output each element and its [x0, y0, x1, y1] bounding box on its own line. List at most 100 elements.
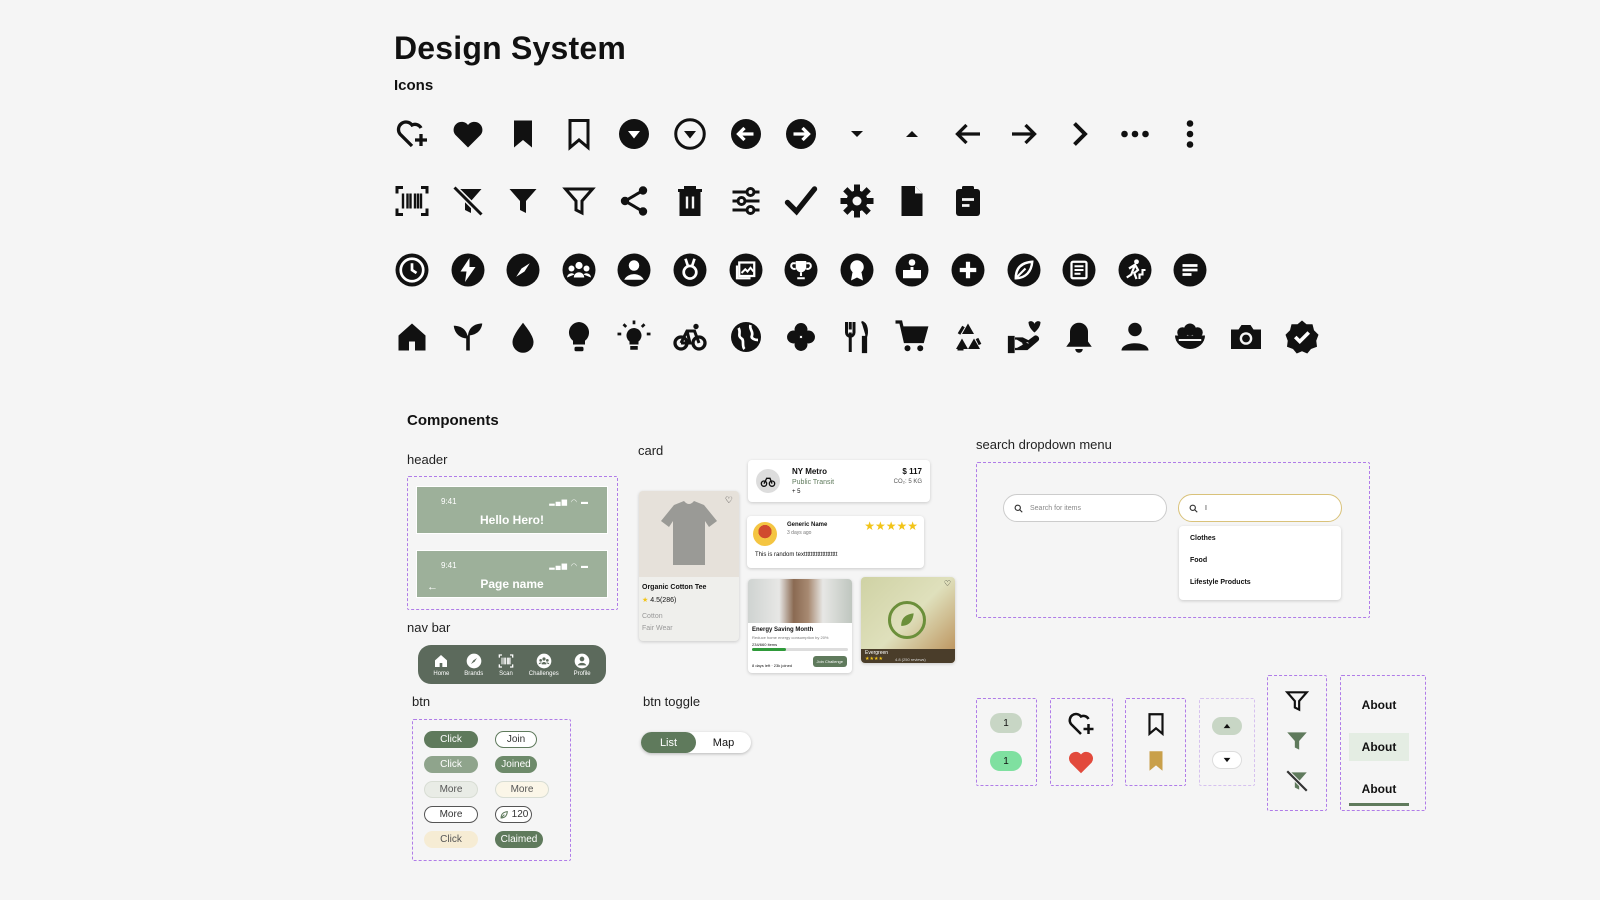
- click-button[interactable]: Click: [424, 731, 478, 748]
- medal-icon: [672, 252, 708, 288]
- more-button-light[interactable]: More: [424, 781, 478, 798]
- toggle-section-label: btn toggle: [643, 694, 701, 709]
- joined-button[interactable]: Joined: [495, 756, 537, 773]
- heart-plus-icon: [394, 116, 430, 152]
- document-icon: [894, 183, 930, 219]
- photo-gallery-icon: [728, 252, 764, 288]
- nav-item-challenges[interactable]: Challenges: [529, 653, 559, 677]
- share-icon: [616, 183, 652, 219]
- click-button-disabled[interactable]: Click: [424, 756, 478, 773]
- circle-chevron-down-outline-icon: [672, 116, 708, 152]
- caret-down-icon: [839, 116, 875, 152]
- water-drop-icon: [505, 319, 541, 355]
- dropdown-option[interactable]: Clothes: [1190, 535, 1216, 542]
- heart-plus-icon[interactable]: [1066, 709, 1096, 739]
- add-circle-icon: [950, 252, 986, 288]
- caret-up-icon: [1223, 723, 1231, 729]
- person-icon: [1117, 319, 1153, 355]
- filter-outline-icon[interactable]: [1284, 688, 1310, 714]
- claimed-button[interactable]: Claimed: [495, 831, 543, 848]
- card-section-label: card: [638, 443, 664, 458]
- tab-about-hover[interactable]: About: [1349, 733, 1409, 761]
- restaurant-icon: [839, 319, 875, 355]
- rating-value: 4.5(286): [650, 597, 677, 604]
- brand-rating: 4.8 (250 reviews): [895, 657, 926, 662]
- chevron-right-icon: [1061, 116, 1097, 152]
- brand-logo: [888, 601, 926, 639]
- nav-item-label: Home: [433, 670, 450, 677]
- status-time: 9:41: [441, 561, 457, 570]
- arrow-left-icon: [950, 116, 986, 152]
- clock-icon: [394, 252, 430, 288]
- tab-about-default[interactable]: About: [1349, 691, 1409, 719]
- challenge-progress: [752, 648, 848, 651]
- compass-icon: [466, 653, 482, 668]
- caret-up-button[interactable]: [1212, 717, 1242, 735]
- more-button-outline[interactable]: More: [424, 806, 478, 823]
- sprout-icon: [450, 319, 486, 355]
- list-map-toggle: List Map: [641, 732, 751, 753]
- heart-plus-icon[interactable]: ♡: [944, 579, 951, 588]
- barcode-scan-icon: [394, 183, 430, 219]
- product-material: Cotton: [642, 613, 663, 620]
- page-header: 9:41 ▂▄▆ ◠ ▬ ← Page name: [416, 550, 608, 598]
- community-icon: [536, 653, 552, 668]
- heart-plus-icon[interactable]: ♡: [725, 495, 733, 506]
- count-badge-neutral: 1: [990, 713, 1022, 733]
- bookmark-outline-icon[interactable]: [1143, 711, 1169, 737]
- home-header: 9:41 ▂▄▆ ◠ ▬ Hello Hero!: [416, 486, 608, 534]
- header-section-label: header: [407, 452, 448, 467]
- dropdown-option[interactable]: Lifestyle Products: [1190, 579, 1251, 586]
- dropdown-option[interactable]: Food: [1190, 557, 1207, 564]
- heart-filled-icon: [450, 116, 486, 152]
- heart-filled-icon[interactable]: [1066, 747, 1096, 777]
- toggle-list[interactable]: List: [641, 732, 696, 753]
- light-on-icon: [616, 319, 652, 355]
- nav-item-scan[interactable]: Scan: [498, 653, 514, 677]
- more-button-cream[interactable]: More: [495, 781, 549, 798]
- join-button[interactable]: Join: [495, 731, 537, 748]
- bookmark-filled-icon[interactable]: [1143, 748, 1169, 774]
- count-badge-active: 1: [990, 751, 1022, 771]
- toggle-map[interactable]: Map: [696, 732, 751, 753]
- filter-filled-icon[interactable]: [1284, 728, 1310, 754]
- globe-icon: [728, 319, 764, 355]
- product-card[interactable]: ♡ Organic Cotton Tee ★ 4.5(286) Cotton F…: [639, 491, 739, 641]
- nav-item-label: Challenges: [528, 670, 559, 677]
- points-button[interactable]: 120: [495, 806, 532, 823]
- leaf-icon: [500, 810, 508, 818]
- news-icon: [1061, 252, 1097, 288]
- filter-off-icon[interactable]: [1284, 768, 1310, 794]
- nav-item-home[interactable]: Home: [433, 653, 449, 677]
- product-name: Organic Cotton Tee: [642, 584, 707, 591]
- transit-price: $ 117: [902, 467, 922, 476]
- more-vertical-icon: [1172, 116, 1208, 152]
- compass-icon: [505, 252, 541, 288]
- chat-icon: [1172, 252, 1208, 288]
- click-button-cream[interactable]: Click: [424, 831, 478, 848]
- verified-badge-icon: [1284, 319, 1320, 355]
- trash-icon: [672, 183, 708, 219]
- status-icons: ▂▄▆ ◠ ▬: [549, 499, 589, 506]
- brand-stars: ★★★★: [865, 656, 883, 662]
- points-value: 120: [511, 809, 529, 820]
- challenge-count: 234/660 items: [752, 642, 778, 647]
- transit-points: + 5: [792, 489, 801, 495]
- header-examples: 9:41 ▂▄▆ ◠ ▬ Hello Hero! 9:41 ▂▄▆ ◠ ▬ ← …: [407, 476, 618, 610]
- nav-item-profile[interactable]: Profile: [574, 653, 591, 677]
- review-stars: ★★★★★: [864, 519, 918, 533]
- transit-card[interactable]: NY Metro Public Transit + 5 $ 117 CO₂: 5…: [748, 460, 930, 502]
- nav-item-label: Scan: [499, 670, 513, 677]
- search-input[interactable]: Search for items: [1003, 494, 1167, 522]
- join-challenge-button[interactable]: Join Challenge: [812, 656, 847, 667]
- nav-item-brands[interactable]: Brands: [464, 653, 483, 677]
- search-input-active[interactable]: I: [1178, 494, 1342, 522]
- bowl-icon: [1172, 319, 1208, 355]
- tab-about-active[interactable]: About: [1349, 775, 1409, 806]
- transit-co2: CO₂: 5 KG: [893, 479, 922, 485]
- caret-down-icon: [1223, 757, 1231, 763]
- caret-down-button[interactable]: [1212, 751, 1242, 769]
- circle-arrow-right-icon: [783, 116, 819, 152]
- brand-card[interactable]: ♡ Evergreen ★★★★ 4.8 (250 reviews): [861, 577, 955, 663]
- challenge-card[interactable]: Energy Saving Month Reduce home energy c…: [748, 579, 852, 673]
